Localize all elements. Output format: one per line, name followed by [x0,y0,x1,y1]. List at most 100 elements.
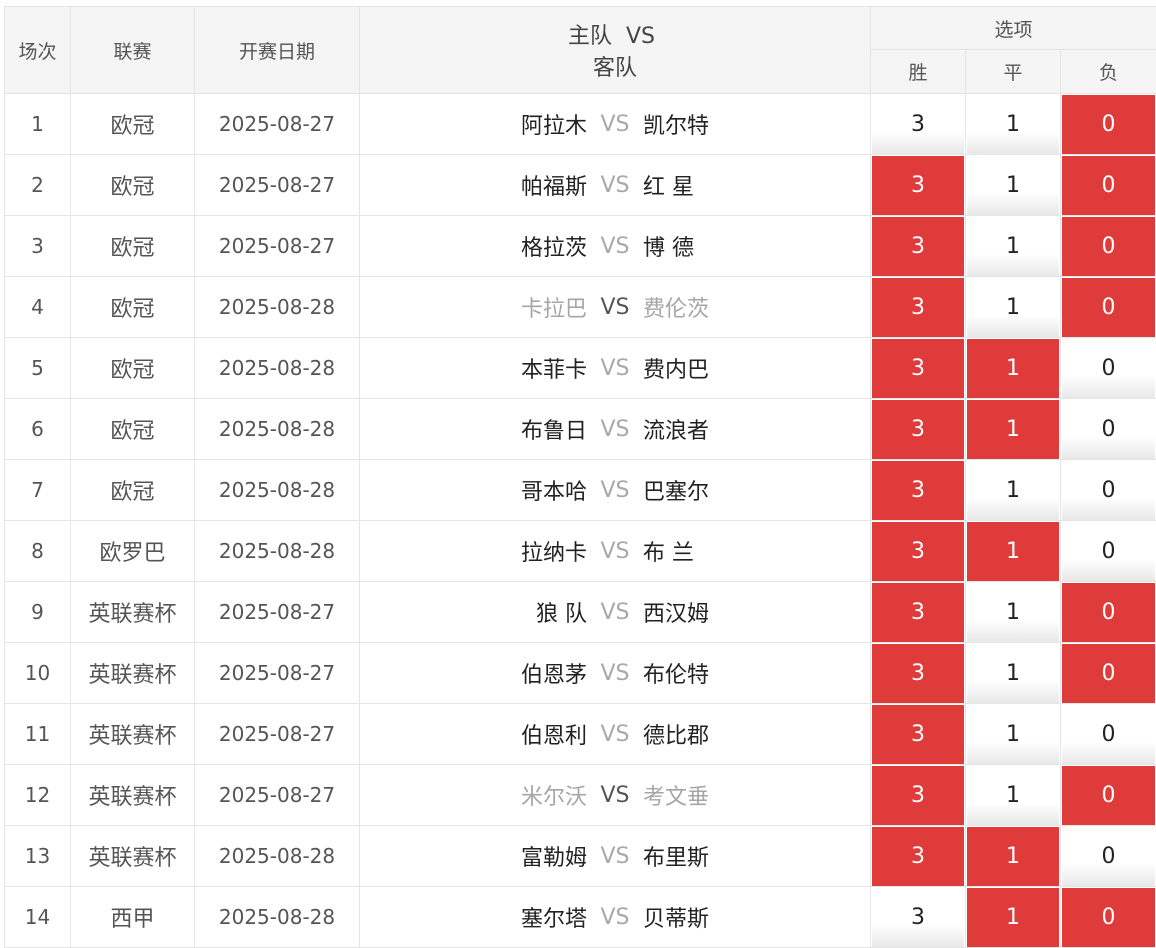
league-name: 英联赛杯 [70,581,195,643]
teams-wrap: 塞尔塔 VS 贝蒂斯 [360,887,870,947]
teams-cell: 卡拉巴 VS 费伦茨 [359,276,871,338]
league-name: 欧冠 [70,398,195,460]
option-lose-cell: 0 [1060,825,1156,887]
match-row: 4 欧冠 2025-08-28 卡拉巴 VS 费伦茨 3 1 0 [4,276,1156,338]
option-win-button[interactable]: 3 [872,461,964,520]
option-draw-cell: 1 [965,459,1061,521]
option-lose-cell: 0 [1060,398,1156,460]
option-draw-button[interactable]: 1 [967,644,1059,703]
away-team: 布伦特 [643,663,710,688]
teams-cell: 富勒姆 VS 布里斯 [359,825,871,887]
option-lose-button[interactable]: 0 [1062,278,1156,337]
away-team: 流浪者 [643,419,710,444]
round-number: 1 [4,93,71,155]
option-lose-button[interactable]: 0 [1062,339,1156,398]
option-win-cell: 3 [870,520,966,582]
teams-wrap: 格拉茨 VS 博 德 [360,216,870,276]
vs-label: VS [600,111,630,137]
round-number: 6 [4,398,71,460]
option-draw-button[interactable]: 1 [967,766,1059,825]
option-lose-button[interactable]: 0 [1062,888,1156,947]
option-win-button[interactable]: 3 [872,705,964,764]
match-row: 10 英联赛杯 2025-08-27 伯恩茅 VS 布伦特 3 1 0 [4,642,1156,704]
match-row: 14 西甲 2025-08-28 塞尔塔 VS 贝蒂斯 3 1 0 [4,886,1156,948]
match-date: 2025-08-28 [194,825,360,887]
option-win-button[interactable]: 3 [872,522,964,581]
round-number: 8 [4,520,71,582]
option-draw-button[interactable]: 1 [967,827,1059,886]
home-team: 布鲁日 [520,419,587,444]
option-draw-button[interactable]: 1 [967,888,1059,947]
option-win-button[interactable]: 3 [872,156,964,215]
league-name: 英联赛杯 [70,642,195,704]
option-lose-cell: 0 [1060,459,1156,521]
option-win-button[interactable]: 3 [872,95,964,154]
round-number: 13 [4,825,71,887]
teams-cell: 塞尔塔 VS 贝蒂斯 [359,886,871,948]
home-team: 格拉茨 [520,236,587,261]
option-lose-cell: 0 [1060,642,1156,704]
option-lose-button[interactable]: 0 [1062,156,1156,215]
option-draw-cell: 1 [965,520,1061,582]
match-date: 2025-08-27 [194,703,360,765]
round-number: 12 [4,764,71,826]
option-lose-button[interactable]: 0 [1062,95,1156,154]
option-win-cell: 3 [870,703,966,765]
option-draw-button[interactable]: 1 [967,217,1059,276]
option-draw-button[interactable]: 1 [967,278,1059,337]
option-lose-button[interactable]: 0 [1062,461,1156,520]
option-draw-button[interactable]: 1 [967,95,1059,154]
teams-wrap: 米尔沃 VS 考文垂 [360,765,870,825]
league-name: 英联赛杯 [70,703,195,765]
away-team: 贝蒂斯 [643,907,710,932]
match-row: 8 欧罗巴 2025-08-28 拉纳卡 VS 布 兰 3 1 0 [4,520,1156,582]
option-draw-button[interactable]: 1 [967,522,1059,581]
away-team: 考文垂 [643,785,710,810]
option-lose-cell: 0 [1060,886,1156,948]
option-win-button[interactable]: 3 [872,827,964,886]
away-team: 巴塞尔 [643,480,710,505]
vs-label: VS [600,782,630,808]
match-date: 2025-08-27 [194,93,360,155]
option-win-button[interactable]: 3 [872,888,964,947]
option-draw-cell: 1 [965,642,1061,704]
teams-wrap: 伯恩茅 VS 布伦特 [360,643,870,703]
option-draw-button[interactable]: 1 [967,339,1059,398]
option-lose-button[interactable]: 0 [1062,400,1156,459]
option-draw-button[interactable]: 1 [967,156,1059,215]
home-team: 卡拉巴 [520,297,587,322]
round-number: 10 [4,642,71,704]
option-lose-button[interactable]: 0 [1062,827,1156,886]
option-win-button[interactable]: 3 [872,278,964,337]
option-win-cell: 3 [870,337,966,399]
option-win-button[interactable]: 3 [872,583,964,642]
match-row: 6 欧冠 2025-08-28 布鲁日 VS 流浪者 3 1 0 [4,398,1156,460]
option-draw-button[interactable]: 1 [967,583,1059,642]
option-draw-button[interactable]: 1 [967,461,1059,520]
option-lose-button[interactable]: 0 [1062,766,1156,825]
teams-wrap: 阿拉木 VS 凯尔特 [360,94,870,154]
round-number: 11 [4,703,71,765]
option-draw-button[interactable]: 1 [967,400,1059,459]
option-win-button[interactable]: 3 [872,644,964,703]
teams-cell: 阿拉木 VS 凯尔特 [359,93,871,155]
home-team: 哥本哈 [520,480,587,505]
option-lose-button[interactable]: 0 [1062,705,1156,764]
option-win-button[interactable]: 3 [872,400,964,459]
option-win-cell: 3 [870,459,966,521]
vs-label: VS [600,294,630,320]
option-win-button[interactable]: 3 [872,217,964,276]
match-date: 2025-08-28 [194,398,360,460]
match-date: 2025-08-28 [194,886,360,948]
option-lose-button[interactable]: 0 [1062,583,1156,642]
teams-cell: 帕福斯 VS 红 星 [359,154,871,216]
option-lose-cell: 0 [1060,276,1156,338]
option-lose-button[interactable]: 0 [1062,644,1156,703]
option-draw-cell: 1 [965,581,1061,643]
option-win-button[interactable]: 3 [872,766,964,825]
option-draw-cell: 1 [965,825,1061,887]
option-win-button[interactable]: 3 [872,339,964,398]
option-draw-button[interactable]: 1 [967,705,1059,764]
option-lose-button[interactable]: 0 [1062,522,1156,581]
option-lose-button[interactable]: 0 [1062,217,1156,276]
